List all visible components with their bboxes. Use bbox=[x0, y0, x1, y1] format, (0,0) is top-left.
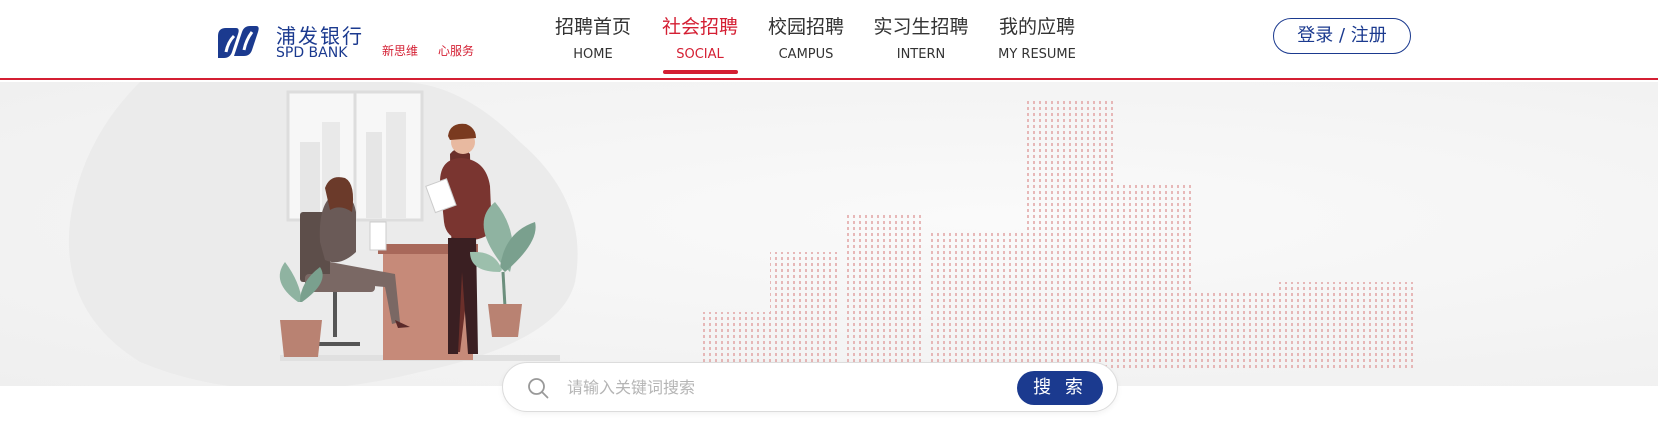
nav-my-resume-label: 我的应聘 bbox=[998, 16, 1075, 38]
nav-social-sublabel: SOCIAL bbox=[676, 47, 724, 62]
brand-name-en: SPD BANK bbox=[276, 45, 348, 61]
nav-intern-sublabel: INTERN bbox=[896, 47, 946, 62]
search-input[interactable] bbox=[567, 372, 967, 402]
nav-campus[interactable]: 校园招聘 CAMPUS bbox=[767, 14, 845, 65]
nav-campus-label: 校园招聘 bbox=[767, 16, 844, 38]
search-icon bbox=[528, 378, 549, 399]
site-header: 浦发银行 SPD BANK 新思维 心服务 招聘首页 HOME 社会招聘 SOC… bbox=[0, 0, 1658, 80]
slogan-1: 新思维 bbox=[382, 44, 419, 58]
login-register-button[interactable]: 登录 / 注册 bbox=[1273, 18, 1411, 54]
nav-home[interactable]: 招聘首页 HOME bbox=[555, 14, 631, 65]
spd-bank-logo[interactable]: 浦发银行 SPD BANK bbox=[214, 18, 364, 64]
nav-my-resume[interactable]: 我的应聘 MY RESUME bbox=[995, 14, 1079, 65]
spd-logo-icon bbox=[218, 26, 259, 58]
search-button[interactable]: 搜 索 bbox=[1017, 371, 1103, 405]
slogan-2: 心服务 bbox=[438, 44, 475, 58]
nav-intern-label: 实习生招聘 bbox=[873, 16, 969, 38]
nav-social-label: 社会招聘 bbox=[661, 16, 738, 38]
nav-campus-sublabel: CAMPUS bbox=[778, 47, 834, 62]
nav-intern[interactable]: 实习生招聘 INTERN bbox=[872, 14, 970, 65]
nav-home-sublabel: HOME bbox=[573, 47, 613, 62]
nav-social[interactable]: 社会招聘 SOCIAL bbox=[661, 14, 739, 65]
office-illustration bbox=[68, 82, 1415, 386]
active-nav-indicator bbox=[663, 70, 738, 74]
hero-banner bbox=[0, 82, 1658, 386]
nav-my-resume-sublabel: MY RESUME bbox=[998, 47, 1076, 62]
nav-home-label: 招聘首页 bbox=[555, 16, 632, 38]
search-bar: 搜 索 bbox=[502, 362, 1118, 412]
